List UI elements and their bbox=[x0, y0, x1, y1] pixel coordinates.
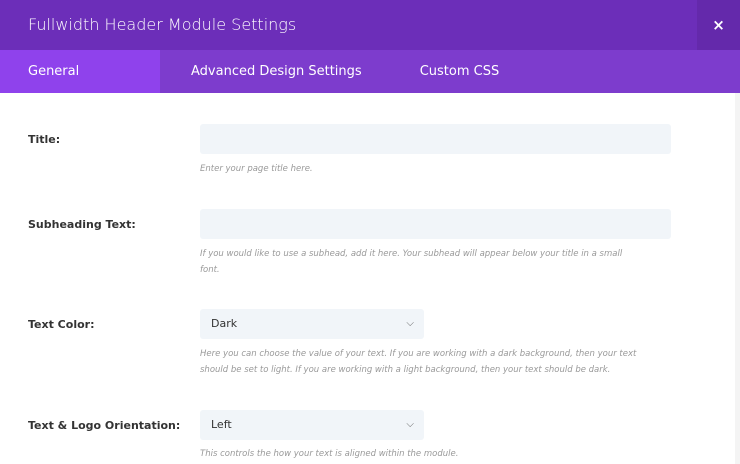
subheading-label: Subheading Text: bbox=[28, 218, 136, 231]
title-description: Enter your page title here. bbox=[200, 164, 313, 174]
tab-advanced-design-settings[interactable]: Advanced Design Settings bbox=[162, 50, 391, 93]
chevron-down-icon: ⌵ bbox=[406, 318, 414, 329]
scrollbar[interactable] bbox=[735, 93, 740, 464]
text-color-value: Dark bbox=[211, 317, 238, 330]
tab-custom-css[interactable]: Custom CSS bbox=[391, 50, 529, 93]
modal-header: Fullwidth Header Module Settings × bbox=[0, 0, 740, 50]
orientation-value: Left bbox=[211, 418, 232, 431]
close-button[interactable]: × bbox=[697, 0, 740, 50]
tab-bar: General Settings Advanced Design Setting… bbox=[0, 50, 740, 122]
orientation-select[interactable]: Left ⌵ bbox=[200, 410, 424, 440]
subheading-description: If you would like to use a subhead, add … bbox=[200, 249, 623, 275]
modal-title: Fullwidth Header Module Settings bbox=[28, 15, 297, 34]
text-color-label: Text Color: bbox=[28, 318, 95, 331]
orientation-description: This controls the how your text is align… bbox=[200, 449, 459, 459]
tab-general-settings[interactable]: General Settings bbox=[0, 50, 160, 122]
title-label: Title: bbox=[28, 133, 61, 146]
subheading-input[interactable] bbox=[200, 209, 671, 239]
text-color-description: Here you can choose the value of your te… bbox=[200, 349, 637, 375]
orientation-label: Text & Logo Orientation: bbox=[28, 419, 181, 432]
chevron-down-icon: ⌵ bbox=[406, 419, 414, 430]
text-color-select[interactable]: Dark ⌵ bbox=[200, 309, 424, 339]
title-input[interactable] bbox=[200, 124, 671, 154]
